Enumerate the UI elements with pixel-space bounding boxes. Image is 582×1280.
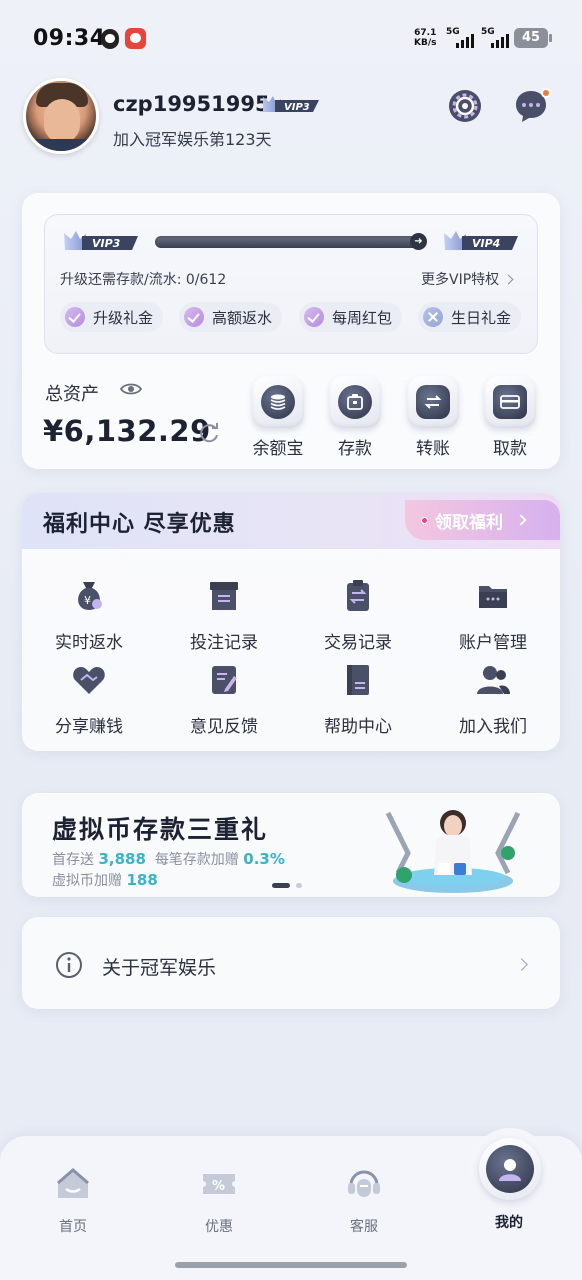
- network-speed: 67.1 KB/s: [414, 28, 437, 48]
- money-bag-icon: ¥: [78, 582, 102, 610]
- card-icon: [493, 385, 527, 419]
- tab-mine[interactable]: 我的: [473, 1165, 545, 1232]
- welfare-item-join-us[interactable]: 加入我们: [443, 662, 543, 737]
- feedback-note-icon: [212, 666, 237, 694]
- welfare-item-account[interactable]: 账户管理: [443, 578, 543, 653]
- yuebao-button[interactable]: 余额宝: [250, 376, 306, 459]
- wallet-icon: [338, 385, 372, 419]
- chevron-right-icon: [503, 274, 514, 285]
- signal-icon-2: 5G: [481, 27, 509, 48]
- status-bar: 09:34 67.1 KB/s 5G 5G 45: [0, 0, 582, 80]
- perk-high-rebate[interactable]: 高额返水: [179, 302, 283, 332]
- svg-text:VIP3: VIP3: [92, 237, 121, 250]
- join-days-text: 加入冠军娱乐第123天: [113, 130, 272, 149]
- svg-text:VIP3: VIP3: [284, 102, 310, 113]
- tab-home[interactable]: 首页: [37, 1165, 109, 1236]
- welfare-item-help[interactable]: 帮助中心: [308, 662, 408, 737]
- coin-stack-icon: [261, 385, 295, 419]
- clipboard-transfer-icon: [347, 580, 369, 611]
- tab-customer-service[interactable]: 客服: [328, 1165, 400, 1236]
- home-icon: [57, 1168, 89, 1198]
- welfare-item-bet-records[interactable]: 投注记录: [174, 578, 274, 653]
- welfare-item-transactions[interactable]: 交易记录: [308, 578, 408, 653]
- vip-current-badge: VIP3: [64, 231, 138, 250]
- total-assets-label: 总资产: [45, 384, 99, 405]
- svg-text:VIP4: VIP4: [472, 237, 500, 250]
- runner-icon: ➜: [410, 233, 427, 250]
- promo-illustration: [385, 810, 521, 893]
- eye-icon[interactable]: [120, 381, 142, 397]
- help-book-icon: [347, 665, 369, 695]
- welfare-item-share[interactable]: 分享赚钱: [39, 662, 139, 737]
- vip-next-badge: VIP4: [444, 231, 518, 250]
- app-notification-icon: [125, 28, 146, 49]
- more-vip-link[interactable]: 更多VIP特权: [421, 269, 514, 289]
- withdraw-button[interactable]: 取款: [482, 376, 538, 459]
- refresh-icon[interactable]: [198, 421, 220, 443]
- banner-line-2: 虚拟币加赠 188: [52, 871, 158, 889]
- svg-text:%: %: [212, 1179, 225, 1194]
- status-time: 09:34: [33, 26, 106, 51]
- transfer-button[interactable]: 转账: [405, 376, 461, 459]
- svg-text:¥: ¥: [84, 594, 91, 607]
- perk-upgrade-gift[interactable]: 升级礼金: [60, 302, 164, 332]
- home-indicator[interactable]: [175, 1262, 407, 1268]
- archive-box-icon: [210, 582, 238, 610]
- total-assets-value: ¥6,132.29: [43, 414, 211, 448]
- transfer-icon: [416, 385, 450, 419]
- claim-welfare-button[interactable]: 领取福利: [405, 500, 560, 540]
- perk-weekly-red-packet[interactable]: 每周红包: [299, 302, 403, 332]
- check-icon: [304, 307, 324, 327]
- tab-promotions[interactable]: % 优惠: [183, 1165, 255, 1236]
- info-icon: [56, 952, 82, 978]
- check-icon: [184, 307, 204, 327]
- close-icon: [423, 307, 443, 327]
- welfare-title: 福利中心 尽享优惠: [43, 512, 236, 537]
- folder-icon: [479, 586, 507, 608]
- deposit-button[interactable]: 存款: [327, 376, 383, 459]
- welfare-item-rebate[interactable]: ¥ 实时返水: [39, 578, 139, 653]
- notification-dot: [541, 88, 551, 98]
- battery-icon: 45: [514, 28, 552, 48]
- about-label: 关于冠军娱乐: [102, 957, 217, 979]
- dot-icon: [421, 517, 428, 524]
- qq-notification-icon: [101, 29, 119, 49]
- perk-birthday-gift[interactable]: 生日礼金: [418, 302, 522, 332]
- chevron-right-icon: [515, 514, 527, 526]
- upgrade-requirement-text: 升级还需存款/流水: 0/612: [60, 272, 227, 288]
- banner-line-1: 首存送 3,888 每笔存款加赠 0.3%: [52, 850, 285, 868]
- users-icon: [477, 666, 510, 694]
- signal-icon: 5G: [446, 27, 474, 48]
- coupon-icon: %: [203, 1174, 235, 1194]
- welfare-item-feedback[interactable]: 意见反馈: [174, 662, 274, 737]
- headset-icon: [348, 1170, 380, 1197]
- handshake-heart-icon: [73, 667, 105, 694]
- check-icon: [65, 307, 85, 327]
- vip-level-badge: VIP3: [263, 96, 319, 113]
- vip-progress-bar: [155, 236, 423, 248]
- banner-title: 虚拟币存款三重礼: [52, 815, 269, 844]
- gear-icon[interactable]: [447, 88, 483, 124]
- carousel-indicator: [272, 883, 302, 888]
- avatar[interactable]: [23, 78, 99, 154]
- username: czp19951995: [113, 92, 270, 116]
